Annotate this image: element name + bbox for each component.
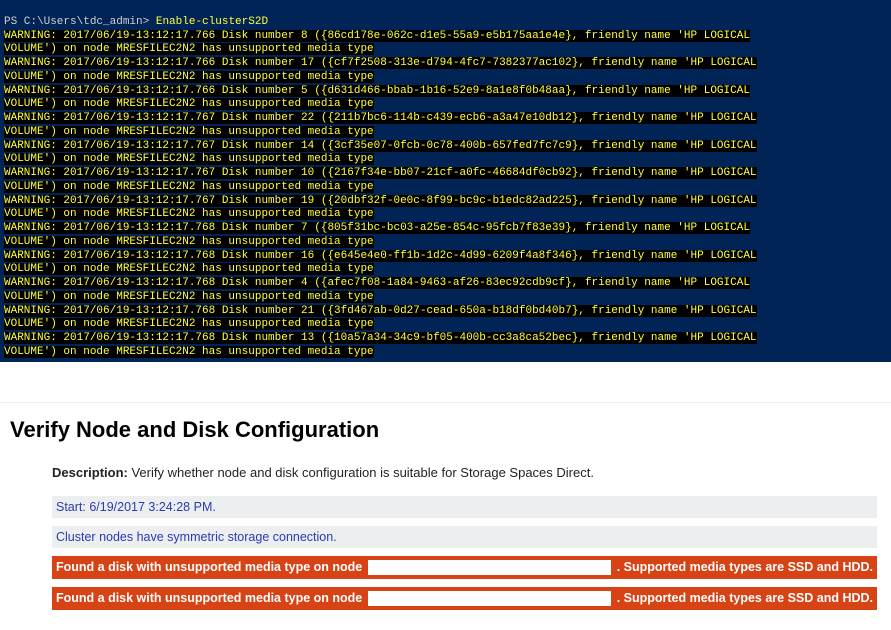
warning-line: VOLUME') on node MRESFILEC2N2 has unsupp… [4, 153, 374, 165]
warning-line: WARNING: 2017/06/19-13:12:17.768 Disk nu… [4, 250, 757, 262]
warning-line: WARNING: 2017/06/19-13:12:17.767 Disk nu… [4, 167, 757, 179]
warning-line: WARNING: 2017/06/19-13:12:17.768 Disk nu… [4, 305, 757, 317]
warning-line: WARNING: 2017/06/19-13:12:17.767 Disk nu… [4, 112, 757, 124]
prompt-line: PS C:\Users\tdc_admin> Enable-clusterS2D [4, 16, 887, 30]
warning-line: WARNING: 2017/06/19-13:12:17.766 Disk nu… [4, 30, 750, 42]
warning-line: WARNING: 2017/06/19-13:12:17.767 Disk nu… [4, 195, 757, 207]
redacted-node-name [368, 560, 610, 575]
warning-line: WARNING: 2017/06/19-13:12:17.766 Disk nu… [4, 57, 757, 69]
start-row: Start: 6/19/2017 3:24:28 PM. [52, 496, 877, 518]
warning-line: VOLUME') on node MRESFILEC2N2 has unsupp… [4, 263, 374, 275]
warning-line: WARNING: 2017/06/19-13:12:17.768 Disk nu… [4, 222, 750, 234]
warning-line: VOLUME') on node MRESFILEC2N2 has unsupp… [4, 291, 374, 303]
error-row-2: Found a disk with unsupported media type… [52, 587, 877, 610]
warning-line: VOLUME') on node MRESFILEC2N2 has unsupp… [4, 71, 374, 83]
terminal-output: WARNING: 2017/06/19-13:12:17.766 Disk nu… [4, 30, 887, 360]
validation-report: Verify Node and Disk Configuration Descr… [0, 402, 891, 630]
warning-line: VOLUME') on node MRESFILEC2N2 has unsupp… [4, 236, 374, 248]
description-label: Description: [52, 465, 128, 480]
error-text-right: . Supported media types are SSD and HDD. [617, 560, 873, 574]
warning-line: VOLUME') on node MRESFILEC2N2 has unsupp… [4, 43, 374, 55]
redacted-node-name [368, 591, 610, 606]
warning-line: WARNING: 2017/06/19-13:12:17.766 Disk nu… [4, 85, 750, 97]
warning-line: VOLUME') on node MRESFILEC2N2 has unsupp… [4, 126, 374, 138]
warning-line: WARNING: 2017/06/19-13:12:17.768 Disk nu… [4, 332, 757, 344]
warning-line: VOLUME') on node MRESFILEC2N2 has unsupp… [4, 318, 374, 330]
report-description: Description: Verify whether node and dis… [52, 465, 881, 480]
prompt-path: PS C:\Users\tdc_admin> [4, 16, 149, 28]
description-text: Verify whether node and disk configurati… [131, 465, 593, 480]
warning-line: VOLUME') on node MRESFILEC2N2 has unsupp… [4, 98, 374, 110]
powershell-terminal: PS C:\Users\tdc_admin> Enable-clusterS2D… [0, 0, 891, 364]
warning-line: VOLUME') on node MRESFILEC2N2 has unsupp… [4, 181, 374, 193]
error-text-left: Found a disk with unsupported media type… [56, 591, 362, 605]
symmetric-row: Cluster nodes have symmetric storage con… [52, 526, 877, 548]
error-row-1: Found a disk with unsupported media type… [52, 556, 877, 579]
warning-line: VOLUME') on node MRESFILEC2N2 has unsupp… [4, 346, 374, 358]
warning-line: WARNING: 2017/06/19-13:12:17.768 Disk nu… [4, 277, 750, 289]
warning-line: WARNING: 2017/06/19-13:12:17.767 Disk nu… [4, 140, 757, 152]
warning-line: VOLUME') on node MRESFILEC2N2 has unsupp… [4, 208, 374, 220]
error-text-left: Found a disk with unsupported media type… [56, 560, 362, 574]
error-text-right: . Supported media types are SSD and HDD. [617, 591, 873, 605]
prompt-command: Enable-clusterS2D [156, 16, 268, 28]
report-heading: Verify Node and Disk Configuration [10, 417, 881, 443]
